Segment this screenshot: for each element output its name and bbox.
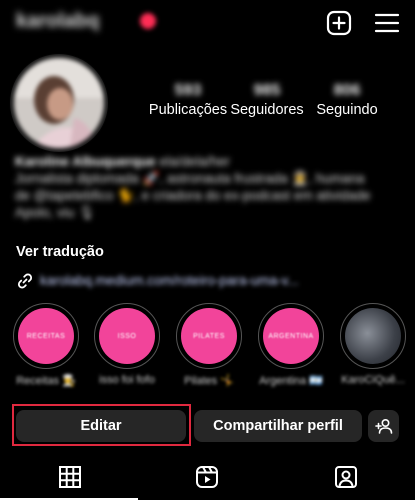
highlight-label: isso foi fofo xyxy=(99,374,155,386)
top-bar: karolabq xyxy=(0,0,415,46)
highlight-cover: RECEITAS xyxy=(18,308,74,364)
highlight-ring xyxy=(340,303,406,369)
highlight-cover-text: ARGENTINA xyxy=(268,332,314,340)
highlight-cover: ARGENTINA xyxy=(263,308,319,364)
following-label: Seguindo xyxy=(316,102,378,118)
highlight-label: KaroCiQuê... xyxy=(341,374,405,386)
following-count: 806 xyxy=(333,82,361,99)
see-translation-link[interactable]: Ver tradução xyxy=(16,244,104,260)
highlight-cover-text: PILATES xyxy=(193,332,225,340)
annotation-highlight-box xyxy=(12,404,191,446)
highlight-argentina[interactable]: ARGENTINA Argentina 🇦🇷 xyxy=(253,303,329,387)
highlight-ring: ARGENTINA xyxy=(258,303,324,369)
stat-publications[interactable]: 593 Publicações xyxy=(148,82,228,118)
bio-line: Apolo, viu 🎙 xyxy=(15,205,96,220)
hamburger-menu-icon[interactable] xyxy=(374,10,400,36)
highlight-ring: ISSO xyxy=(94,303,160,369)
highlight-label: Argentina 🇦🇷 xyxy=(259,375,323,387)
followers-count: 985 xyxy=(253,82,281,99)
stat-followers[interactable]: 985 Seguidores xyxy=(228,82,306,118)
highlight-label: Receitas 👨‍🍳 xyxy=(16,375,76,387)
profile-bio: Karoline Albuquerque ela/dela/her Jornal… xyxy=(15,153,405,221)
highlight-cover-text: ISSO xyxy=(117,332,137,340)
publications-count: 593 xyxy=(174,82,202,99)
add-person-icon xyxy=(374,418,392,434)
highlight-cover-text: RECEITAS xyxy=(26,332,66,340)
grid-icon[interactable] xyxy=(58,465,82,489)
highlight-ring: PILATES xyxy=(176,303,242,369)
link-icon xyxy=(17,273,33,289)
profile-content-tabs xyxy=(0,455,415,500)
stat-following[interactable]: 806 Seguindo xyxy=(311,82,383,118)
highlight-isso-foi-fofo[interactable]: ISSO isso foi fofo xyxy=(89,303,165,386)
highlight-cover: PILATES xyxy=(181,308,237,364)
publications-label: Publicações xyxy=(148,102,228,118)
plus-square-icon[interactable] xyxy=(326,10,352,36)
tagged-icon[interactable] xyxy=(334,465,358,489)
highlight-ring: RECEITAS xyxy=(13,303,79,369)
highlight-label: Pilates 🤸 xyxy=(184,375,234,387)
followers-label: Seguidores xyxy=(230,102,304,118)
bio-line: Jornalista diplomada 🚀, astronauta frust… xyxy=(15,171,365,186)
highlight-pilates[interactable]: PILATES Pilates 🤸 xyxy=(171,303,247,387)
highlight-receitas[interactable]: RECEITAS Receitas 👨‍🍳 xyxy=(8,303,84,387)
profile-pronouns: ela/dela/her xyxy=(159,154,230,169)
avatar-photo xyxy=(14,58,104,148)
discover-people-button[interactable] xyxy=(368,410,399,442)
profile-name: Karoline Albuquerque xyxy=(15,154,156,169)
story-highlights: RECEITAS Receitas 👨‍🍳 ISSO isso foi fofo… xyxy=(0,303,415,391)
bio-line: de @tapetebfico 🐈, e criadora do ex-podc… xyxy=(15,188,371,203)
highlight-cover: ISSO xyxy=(99,308,155,364)
notification-dot xyxy=(140,13,156,29)
highlight-karociqu[interactable]: KaroCiQuê... xyxy=(335,303,411,386)
share-profile-button[interactable]: Compartilhar perfil xyxy=(194,410,362,442)
profile-link-text[interactable]: karolabq.medium.com/roteiro-para-uma-v..… xyxy=(40,273,299,288)
profile-avatar[interactable] xyxy=(10,54,108,152)
reels-icon[interactable] xyxy=(195,465,219,489)
highlight-cover xyxy=(345,308,401,364)
profile-username[interactable]: karolabq xyxy=(16,10,99,33)
